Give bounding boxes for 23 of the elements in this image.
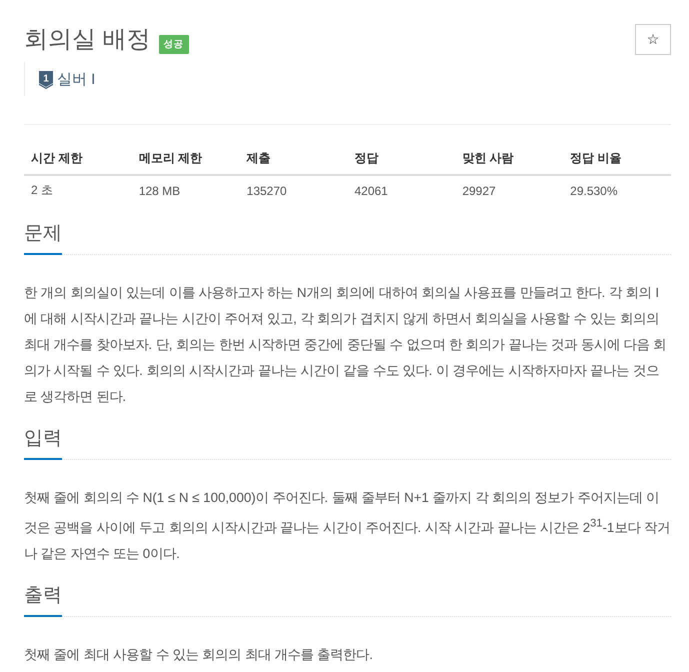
section-paragraph: 첫째 줄에 최대 사용할 수 있는 회의의 최대 개수를 출력한다.: [24, 646, 374, 664]
section-heading: 입력: [24, 425, 62, 460]
section-paragraph: 한 개의 회의실이 있는데 이를 사용하고자 하는 N개의 회의에 대하여 회의실 사용표를 만들려고 한다. 각 회의 I에 대해 시작시간과 끝나는 시간이 주어져 있고, 각 회의가 겹치지 않게 하면서 회의실을 사용할 수 있는 회의의 최대 개수를 찾아보자. 단, 회의는 한번 시작하면 중간에 중단될 수 없으며 한 회의가 끝나는 것과 동시에 다음 회의가 시작될 수 있다. 회의의 시작시간과 끝나는 시간이 같을 수도 있다. 이 경우에는 시작하자마자 끝나는 것으로 생각하면 된다.: [24, 284, 668, 406]
section-heading: 출력: [24, 582, 62, 618]
table-cell: 135270: [246, 184, 287, 198]
result-badge: 성공: [158, 35, 189, 54]
table-cell: 29.530%: [570, 184, 618, 198]
column-header: 메모리 제한: [138, 151, 202, 165]
favorite-button[interactable]: ☆: [635, 24, 671, 55]
table-cell: 42061: [354, 184, 388, 198]
column-header: 정답: [354, 151, 378, 165]
column-header: 정답 비율: [570, 151, 622, 165]
column-header: 시간 제한: [31, 151, 82, 165]
table-cell: 2 초: [31, 183, 54, 197]
problem-title: 회의실 배정: [24, 25, 151, 55]
column-header: 제출: [246, 151, 271, 165]
table-cell: 128 MB: [138, 184, 180, 198]
section-heading: 문제: [24, 220, 62, 255]
tier-label[interactable]: 실버 I: [57, 70, 96, 88]
column-header: 맞힌 사람: [462, 151, 514, 165]
shield-icon: 1: [39, 70, 53, 88]
section-paragraph: 첫째 줄에 회의의 수 N(1 ≤ N ≤ 100,000)이 주어진다. 둘째 줄부터 N+1 줄까지 각 회의의 정보가 주어지는데 이것은 공백을 사이에 두고 회의의 시작시간과 끝나는 시간이 주어진다. 시작 시간과 끝나는 시간은 2$^{31}$-1보다 작거나 같은 자연수 또는 0이다.: [24, 489, 671, 564]
table-cell: 29927: [462, 184, 496, 198]
